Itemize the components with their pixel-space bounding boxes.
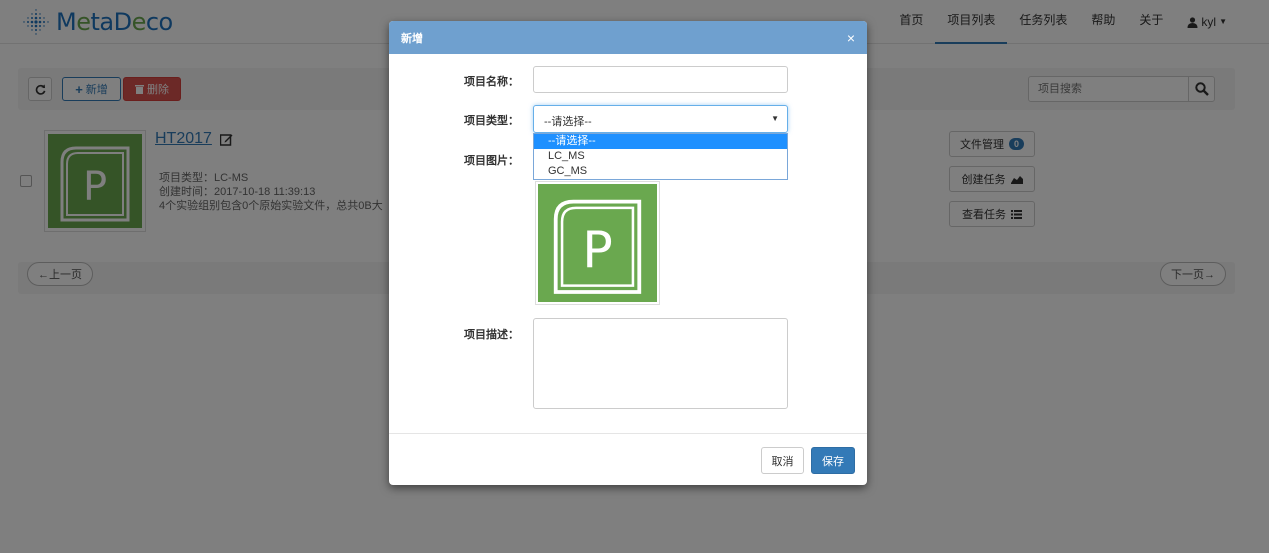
project-image-preview[interactable]: P	[535, 181, 660, 305]
project-desc-textarea[interactable]	[533, 318, 788, 409]
project-p-icon: P	[538, 184, 657, 302]
project-type-label: 项目类型：	[464, 115, 519, 127]
project-type-dropdown: --请选择-- LC_MS GC_MS	[533, 133, 788, 180]
svg-text:P: P	[582, 220, 613, 279]
project-image-label: 项目图片：	[464, 155, 519, 167]
type-option-gc-ms[interactable]: GC_MS	[534, 164, 787, 179]
save-button[interactable]: 保存	[811, 447, 855, 474]
modal-header: 新增 ×	[389, 21, 867, 54]
project-name-label: 项目名称：	[464, 76, 519, 88]
project-name-input[interactable]	[533, 66, 788, 93]
type-option-placeholder[interactable]: --请选择--	[534, 134, 787, 149]
close-icon[interactable]: ×	[847, 30, 855, 46]
modal-footer: 取消 保存	[389, 433, 867, 485]
modal-title: 新增	[401, 32, 423, 45]
project-type-selected: --请选择--	[544, 116, 592, 128]
new-project-modal: 新增 × 项目名称： 项目类型： --请选择-- ▼ 项目图片： P --请选择…	[389, 21, 867, 485]
project-desc-label: 项目描述：	[464, 329, 519, 341]
select-arrow-icon: ▼	[771, 114, 779, 123]
cancel-button[interactable]: 取消	[761, 447, 804, 474]
project-type-select[interactable]: --请选择-- ▼	[533, 105, 788, 133]
type-option-lc-ms[interactable]: LC_MS	[534, 149, 787, 164]
